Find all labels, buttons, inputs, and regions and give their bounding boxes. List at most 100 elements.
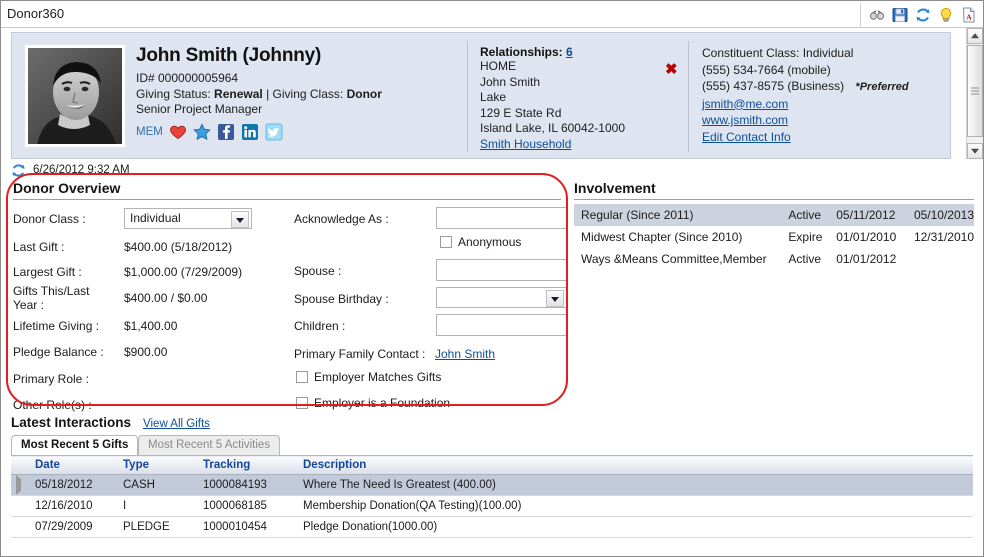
gift-tracking: 1000068185	[195, 495, 295, 517]
value-lifetime-giving: $1,400.00	[124, 319, 178, 333]
website-row: www.jsmith.com	[702, 112, 947, 129]
involvement-name: Ways &Means Committee,Member	[581, 252, 767, 266]
column-header-description[interactable]: Description	[295, 455, 973, 475]
expander-column-header	[11, 455, 27, 475]
scrollbar-thumb[interactable]	[967, 45, 983, 137]
relationships-count-link[interactable]: 6	[566, 45, 573, 59]
constituent-header-card: John Smith (Johnny) ID# 000000005964 Giv…	[11, 32, 951, 159]
label-primary-family-contact: Primary Family Contact :	[294, 347, 426, 361]
column-header-type[interactable]: Type	[115, 455, 195, 475]
employer-matches-checkbox[interactable]	[296, 371, 308, 383]
spouse-input[interactable]	[436, 259, 567, 281]
constituent-name: John Smith (Johnny)	[136, 45, 322, 66]
twitter-icon[interactable]	[265, 123, 283, 141]
scroll-up-button[interactable]	[967, 28, 983, 44]
acknowledge-as-input[interactable]	[436, 207, 567, 229]
phone-mobile: (555) 534-7664 (mobile)	[702, 62, 831, 77]
row-expander[interactable]	[11, 516, 27, 538]
involvement-end: 12/31/2010	[913, 230, 974, 244]
label-children: Children :	[294, 319, 346, 333]
table-row[interactable]: 07/29/2009 PLEDGE 1000010454 Pledge Dona…	[11, 516, 973, 538]
phone-business-row: (555) 437-8575 (Business) *Preferred	[702, 78, 947, 96]
employer-foundation-checkbox[interactable]	[296, 397, 308, 409]
edit-contact-row: Edit Contact Info	[702, 129, 947, 146]
toolbar: A	[860, 3, 977, 26]
latest-interactions-header: Latest Interactions View All Gifts	[11, 415, 973, 430]
table-row[interactable]: Ways &Means Committee,Member Active 01/0…	[574, 248, 974, 270]
employer-matches-row[interactable]: Employer Matches Gifts	[296, 370, 441, 384]
household-link-wrap: Smith Household	[480, 137, 680, 153]
table-row[interactable]: Midwest Chapter (Since 2010) Expire 01/0…	[574, 226, 974, 248]
row-expander[interactable]	[11, 495, 27, 517]
scroll-down-button[interactable]	[967, 143, 983, 159]
involvement-status: Expire	[788, 230, 823, 244]
donor-class-select[interactable]: Individual	[124, 208, 252, 229]
relationship-street: 129 E State Rd	[480, 105, 562, 120]
binoculars-icon[interactable]	[869, 7, 885, 23]
giving-status-value: Renewal	[214, 87, 263, 101]
anonymous-checkbox-row[interactable]: Anonymous	[440, 235, 521, 249]
report-icon[interactable]: A	[961, 7, 977, 23]
last-updated-timestamp: 6/26/2012 9:32 AM	[33, 164, 130, 176]
donor-overview-section: Donor Overview Donor Class : Individual …	[13, 180, 567, 412]
involvement-start: 05/11/2012	[829, 204, 907, 226]
label-acknowledge-as: Acknowledge As :	[294, 212, 389, 226]
employer-foundation-row[interactable]: Employer is a Foundation	[296, 396, 450, 410]
chevron-down-icon-birthday[interactable]	[546, 290, 564, 307]
value-largest-gift: $1,000.00 (7/29/2009)	[124, 265, 243, 279]
column-header-tracking[interactable]: Tracking	[195, 455, 295, 475]
edit-contact-info-link[interactable]: Edit Contact Info	[702, 130, 791, 144]
gift-description: Where The Need Is Greatest (400.00)	[295, 474, 973, 496]
row-expander[interactable]	[11, 474, 27, 496]
label-pledge-balance: Pledge Balance :	[13, 345, 104, 359]
relationship-type: HOME	[480, 59, 516, 73]
refresh-small-icon[interactable]	[11, 163, 26, 178]
website-link[interactable]: www.jsmith.com	[702, 113, 788, 127]
table-row[interactable]: 12/16/2010 I 1000068185 Membership Donat…	[11, 495, 973, 517]
phone-business: (555) 437-8575 (Business)	[702, 79, 845, 93]
children-input[interactable]	[436, 314, 567, 336]
email-link[interactable]: jsmith@me.com	[702, 97, 788, 111]
avatar	[25, 45, 125, 147]
chevron-down-icon[interactable]	[231, 211, 249, 228]
heart-icon[interactable]	[169, 123, 187, 141]
giving-status-line: Giving Status: Renewal | Giving Class: D…	[136, 87, 466, 101]
tab-most-recent-activities[interactable]: Most Recent 5 Activities	[138, 435, 281, 455]
tab-most-recent-gifts[interactable]: Most Recent 5 Gifts	[11, 435, 139, 455]
linkedin-icon[interactable]	[241, 123, 259, 141]
involvement-rule	[574, 199, 974, 200]
vertical-scrollbar[interactable]	[966, 28, 983, 159]
constituent-identity: John Smith (Johnny) ID# 000000005964 Giv…	[136, 45, 466, 141]
giving-class-label: Giving Class:	[272, 87, 344, 101]
column-header-date[interactable]: Date	[27, 455, 115, 475]
relationship-person: John Smith	[480, 74, 541, 89]
label-gifts-year-2: Year :	[13, 298, 44, 312]
delete-relationship-icon[interactable]: ✖	[665, 62, 678, 77]
email-row: jsmith@me.com	[702, 96, 947, 113]
label-largest-gift: Largest Gift :	[13, 265, 82, 279]
save-icon[interactable]	[892, 7, 908, 23]
primary-family-contact-link[interactable]: John Smith	[435, 347, 495, 361]
label-gifts-year-1: Gifts This/Last	[13, 284, 90, 298]
latest-interactions-section: Latest Interactions View All Gifts Most …	[11, 415, 973, 538]
relationships-panel: Relationships: 6 HOME John Smith Lake 12…	[480, 45, 680, 152]
label-donor-class: Donor Class :	[13, 212, 86, 226]
page-content: John Smith (Johnny) ID# 000000005964 Giv…	[1, 28, 983, 556]
facebook-icon[interactable]	[217, 123, 235, 141]
gift-date: 12/16/2010	[27, 495, 115, 517]
spouse-birthday-select[interactable]	[436, 287, 567, 308]
star-icon[interactable]	[193, 123, 211, 141]
anonymous-checkbox[interactable]	[440, 236, 452, 248]
refresh-icon[interactable]	[915, 7, 931, 23]
household-link[interactable]: Smith Household	[480, 137, 571, 151]
lightbulb-icon[interactable]	[938, 7, 954, 23]
table-row[interactable]: Regular (Since 2011) Active 05/11/2012 0…	[574, 204, 974, 226]
donor-class-value: Individual	[130, 211, 181, 225]
app-title: Donor360	[7, 6, 65, 21]
label-spouse-birthday: Spouse Birthday :	[294, 292, 389, 306]
view-all-gifts-link[interactable]: View All Gifts	[143, 418, 210, 430]
involvement-start: 01/01/2012	[836, 252, 897, 266]
label-last-gift: Last Gift :	[13, 240, 65, 254]
gift-tracking: 1000010454	[195, 516, 295, 538]
table-row[interactable]: 05/18/2012 CASH 1000084193 Where The Nee…	[11, 474, 973, 496]
